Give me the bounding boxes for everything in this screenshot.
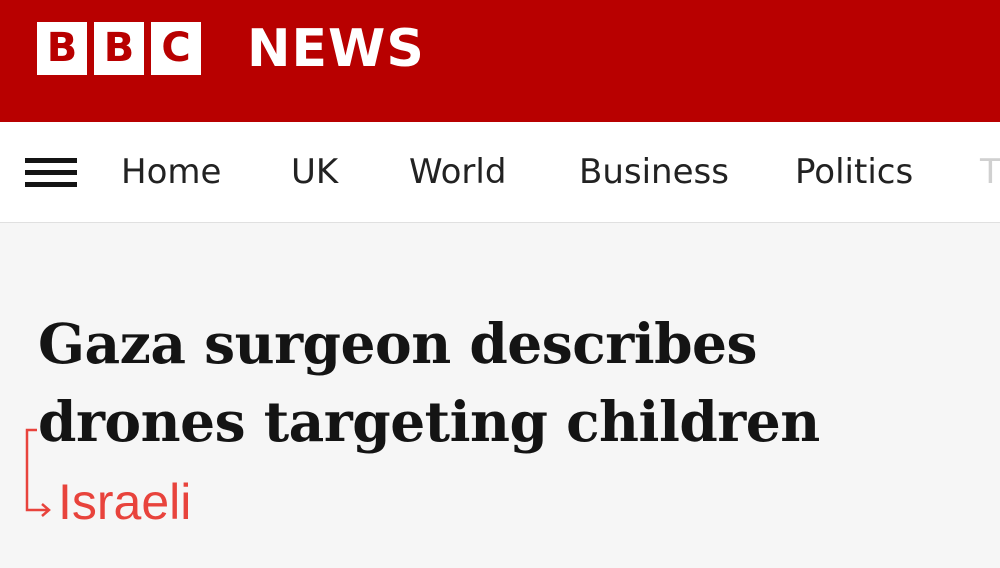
- bbc-logo-block-b2: B: [94, 22, 144, 75]
- nav-item-business[interactable]: Business: [579, 150, 729, 194]
- annotation-insert-word: Israeli: [58, 474, 192, 530]
- bbc-logo[interactable]: B B C: [37, 22, 201, 75]
- bbc-masthead: B B C NEWS: [0, 0, 1000, 122]
- nav-item-politics[interactable]: Politics: [795, 150, 913, 194]
- insert-arrow-icon: [25, 428, 51, 517]
- news-wordmark[interactable]: NEWS: [247, 16, 425, 82]
- page: B B C NEWS Home UK World Business Politi…: [0, 0, 1000, 568]
- bbc-logo-block-b1: B: [37, 22, 87, 75]
- bbc-logo-block-c: C: [151, 22, 201, 75]
- nav-item-world[interactable]: World: [409, 150, 506, 194]
- nav-item-uk[interactable]: UK: [291, 150, 338, 194]
- article-headline: Gaza surgeon describes drones targeting …: [38, 305, 988, 461]
- main-navigation: Home UK World Business Politics T: [0, 122, 1000, 223]
- headline-line-1: Gaza surgeon describes: [38, 311, 758, 376]
- headline-line-2: drones targeting children: [38, 389, 820, 454]
- nav-item-home[interactable]: Home: [121, 150, 221, 194]
- hamburger-menu-icon[interactable]: [25, 158, 77, 188]
- nav-item-overflow[interactable]: T: [980, 150, 1000, 194]
